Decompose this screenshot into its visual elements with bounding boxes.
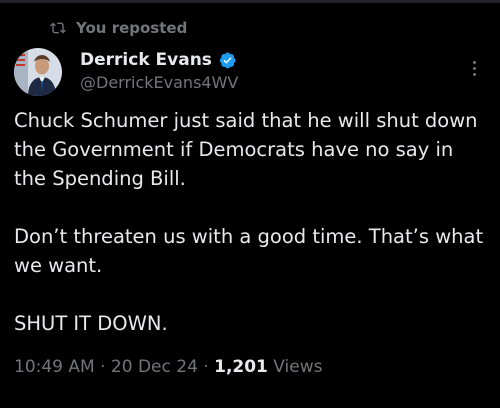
repost-indicator: You reposted — [50, 17, 187, 39]
tweet-time[interactable]: 10:49 AM — [14, 357, 95, 377]
meta-separator: · — [197, 357, 215, 377]
tweet-text: Chuck Schumer just said that he will shu… — [14, 106, 489, 338]
top-divider — [0, 0, 500, 3]
author-block: Derrick Evans @DerrickEvans4WV — [80, 48, 238, 92]
avatar[interactable] — [14, 48, 62, 96]
meta-separator: · — [94, 357, 111, 377]
views-count[interactable]: 1,201 — [214, 357, 268, 377]
tweet-paragraph: Don’t threaten us with a good time. That… — [14, 225, 484, 277]
verified-badge-icon — [219, 52, 236, 68]
avatar-image — [14, 48, 62, 96]
author-handle[interactable]: @DerrickEvans4WV — [80, 73, 238, 92]
more-options-icon[interactable] — [462, 54, 486, 82]
tweet-meta: 10:49 AM · 20 Dec 24 · 1,201 Views — [14, 355, 323, 379]
tweet-paragraph: SHUT IT DOWN. — [14, 312, 168, 335]
tweet-paragraph: Chuck Schumer just said that he will shu… — [14, 109, 478, 190]
repost-icon — [50, 22, 66, 34]
views-label: Views — [273, 357, 323, 377]
repost-label: You reposted — [76, 19, 188, 37]
name-row: Derrick Evans — [80, 48, 238, 72]
tweet-date[interactable]: 20 Dec 24 — [111, 357, 198, 377]
author-display-name[interactable]: Derrick Evans — [80, 50, 212, 70]
